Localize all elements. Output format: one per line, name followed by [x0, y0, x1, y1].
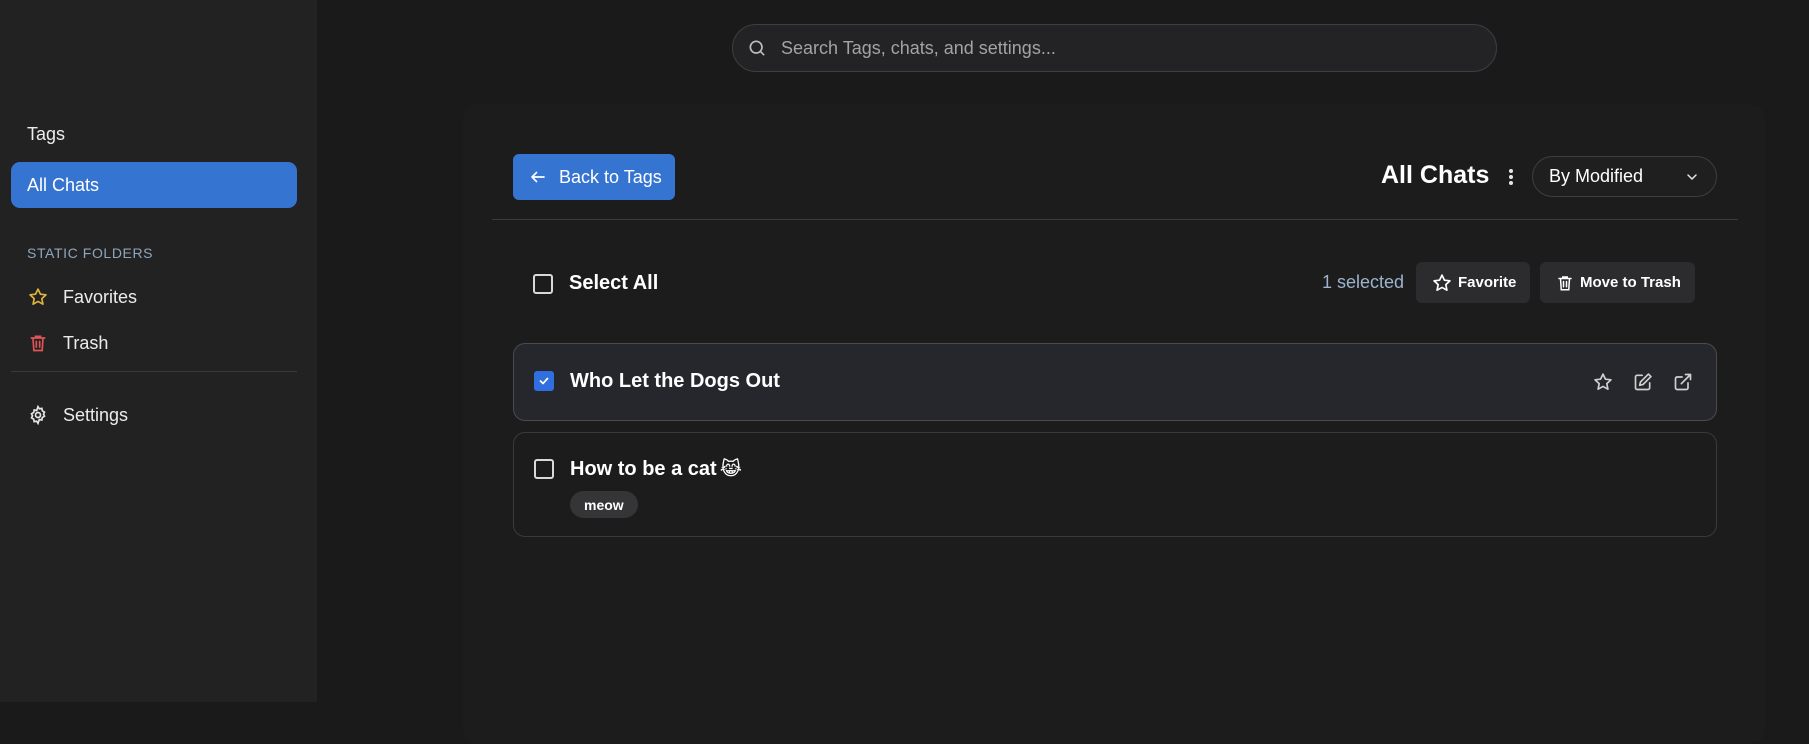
- select-all-checkbox[interactable]: [533, 273, 553, 294]
- main-panel: [463, 104, 1765, 744]
- search-input[interactable]: [779, 36, 1496, 60]
- sidebar-item-label: All Chats: [27, 174, 100, 195]
- move-to-trash-button[interactable]: Move to Trash: [1540, 262, 1695, 303]
- edit-icon[interactable]: [1632, 371, 1654, 393]
- arrow-left-icon: [529, 168, 547, 186]
- selected-count: 1 selected: [1322, 272, 1405, 292]
- select-all-label: Select All: [569, 272, 659, 294]
- star-icon: [1432, 273, 1452, 293]
- sort-dropdown[interactable]: By Modified: [1532, 156, 1717, 197]
- sidebar-divider: [11, 371, 297, 372]
- chat-item[interactable]: How to be a cat 😹 meow: [513, 432, 1717, 537]
- back-to-tags-label: Back to Tags: [559, 166, 662, 187]
- sidebar-item-trash[interactable]: Trash: [11, 320, 297, 366]
- tag-label: meow: [584, 496, 624, 513]
- chevron-down-icon: [1684, 169, 1700, 185]
- search-bar[interactable]: [732, 24, 1497, 72]
- star-icon: [27, 286, 49, 308]
- page-title: All Chats: [1381, 161, 1490, 189]
- search-icon: [747, 38, 767, 58]
- chat-title[interactable]: Who Let the Dogs Out: [570, 370, 780, 393]
- chat-title: How to be a cat: [570, 458, 717, 480]
- check-icon: [539, 377, 549, 385]
- back-to-tags-button[interactable]: Back to Tags: [513, 154, 675, 200]
- sidebar-item-label: Trash: [63, 332, 109, 353]
- chat-checkbox[interactable]: [534, 371, 554, 391]
- external-link-icon[interactable]: [1672, 371, 1694, 393]
- star-icon[interactable]: [1592, 371, 1614, 393]
- static-folders-heading: STATIC FOLDERS: [27, 245, 154, 261]
- sidebar-item-label: Tags: [27, 123, 66, 144]
- move-to-trash-label: Move to Trash: [1580, 274, 1681, 291]
- sidebar-item-tags[interactable]: Tags: [11, 111, 297, 157]
- gear-icon: [27, 404, 49, 426]
- sidebar-item-settings[interactable]: Settings: [11, 392, 297, 438]
- chat-checkbox[interactable]: [534, 459, 554, 479]
- sidebar: Tags All Chats STATIC FOLDERS Favorites …: [0, 0, 317, 702]
- sort-value: By Modified: [1549, 166, 1644, 186]
- cat-emoji: 😹: [719, 459, 742, 480]
- chat-item[interactable]: Who Let the Dogs Out: [513, 343, 1717, 421]
- header-divider: [492, 219, 1738, 220]
- sidebar-item-label: Settings: [63, 404, 129, 425]
- favorite-button[interactable]: Favorite: [1416, 262, 1531, 303]
- trash-icon: [1556, 274, 1574, 292]
- select-all[interactable]: Select All: [533, 272, 658, 295]
- sidebar-item-favorites[interactable]: Favorites: [11, 274, 297, 320]
- more-options-icon[interactable]: [1502, 164, 1520, 190]
- sidebar-item-all-chats[interactable]: All Chats: [11, 162, 297, 208]
- tag-chip[interactable]: meow: [570, 491, 638, 518]
- favorite-label: Favorite: [1458, 274, 1517, 291]
- chat-actions: [1592, 371, 1694, 393]
- chat-title-row[interactable]: How to be a cat 😹: [570, 458, 742, 481]
- sidebar-item-label: Favorites: [63, 286, 138, 307]
- trash-icon: [27, 332, 49, 354]
